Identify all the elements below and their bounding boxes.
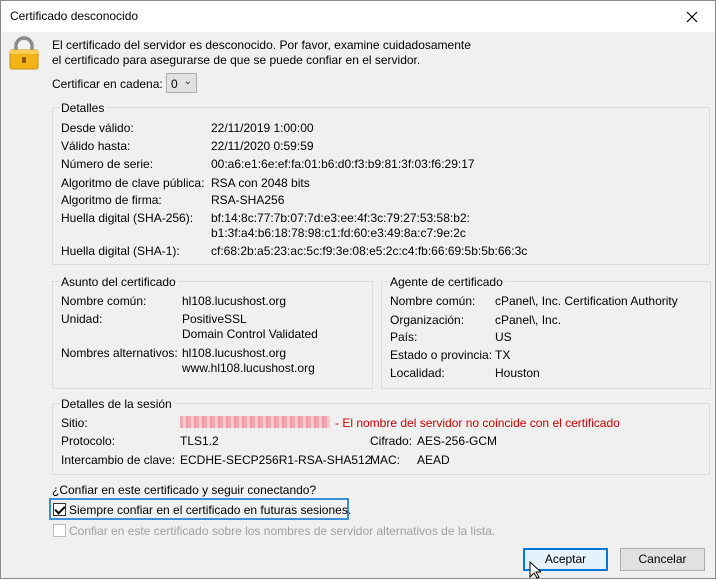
issuer-value: Houston bbox=[495, 366, 540, 380]
kex-value: ECDHE-SECP256R1-RSA-SHA512 bbox=[180, 453, 372, 467]
site-warning: - El nombre del servidor no coincide con… bbox=[335, 416, 620, 430]
alt-names-label[interactable]: Confiar en este certificado sobre los no… bbox=[69, 524, 495, 538]
chain-select[interactable]: 0 ⌄ bbox=[166, 73, 197, 93]
mouse-cursor-icon bbox=[529, 561, 541, 579]
detail-value: RSA-SHA256 bbox=[211, 193, 285, 207]
subject-value: hl108.lucushost.org bbox=[182, 346, 287, 360]
window-title: Certificado desconocido bbox=[10, 9, 139, 23]
cancel-button[interactable]: Cancelar bbox=[620, 548, 705, 571]
subject-value: PositiveSSL bbox=[182, 312, 247, 326]
chain-select-value: 0 bbox=[171, 77, 178, 91]
detail-value: RSA con 2048 bits bbox=[211, 176, 310, 190]
trust-question: ¿Confiar en este certificado y seguir co… bbox=[52, 483, 317, 497]
cipher-value: AES-256-GCM bbox=[417, 434, 498, 448]
close-icon bbox=[686, 11, 698, 22]
subject-label: Nombres alternativos: bbox=[61, 346, 178, 360]
issuer-label: Nombre común: bbox=[390, 294, 476, 308]
detail-label: Algoritmo de clave pública: bbox=[61, 176, 205, 190]
issuer-value: TX bbox=[495, 348, 511, 362]
site-label: Sitio: bbox=[61, 416, 88, 430]
issuer-value: US bbox=[495, 330, 512, 344]
intro-text-line2: el certificado para asegurarse de que se… bbox=[52, 53, 421, 67]
detail-value-cont: b1:3f:a4:b6:18:78:98:c1:fd:60:e3:49:8a:c… bbox=[211, 226, 466, 240]
subject-label: Unidad: bbox=[61, 312, 103, 326]
chain-label: Certificar en cadena: bbox=[52, 77, 163, 91]
issuer-label: Organización: bbox=[390, 313, 465, 327]
detail-value: bf:14:8c:77:7b:07:7d:e3:ee:4f:3c:79:27:5… bbox=[211, 211, 470, 225]
title-bar: Certificado desconocido bbox=[1, 1, 715, 32]
intro-text-line1: El certificado del servidor es desconoci… bbox=[52, 38, 471, 52]
subject-value: hl108.lucushost.org bbox=[182, 294, 287, 308]
redacted-site bbox=[180, 416, 330, 428]
session-legend: Detalles de la sesión bbox=[59, 397, 174, 411]
kex-label: Intercambio de clave: bbox=[61, 453, 176, 467]
alt-names-checkbox[interactable] bbox=[53, 524, 66, 537]
close-button[interactable] bbox=[669, 1, 715, 32]
details-legend: Detalles bbox=[59, 101, 107, 115]
detail-label: Huella digital (SHA-256): bbox=[61, 211, 194, 225]
detail-label: Algoritmo de firma: bbox=[61, 193, 162, 207]
detail-label: Huella digital (SHA-1): bbox=[61, 244, 180, 258]
detail-value: 00:a6:e1:6e:ef:fa:01:b6:d0:f3:b9:81:3f:0… bbox=[211, 157, 475, 171]
chevron-down-icon: ⌄ bbox=[183, 76, 192, 87]
always-trust-label[interactable]: Siempre confiar en el certificado en fut… bbox=[69, 503, 351, 517]
subject-label: Nombre común: bbox=[61, 294, 147, 308]
protocol-value: TLS1.2 bbox=[180, 434, 219, 448]
lock-icon bbox=[9, 36, 39, 70]
subject-value: Domain Control Validated bbox=[182, 327, 318, 341]
detail-label: Desde válido: bbox=[61, 121, 134, 135]
protocol-label: Protocolo: bbox=[61, 434, 116, 448]
mac-label: MAC: bbox=[370, 453, 400, 467]
subject-legend: Asunto del certificado bbox=[59, 275, 178, 289]
issuer-legend: Agente de certificado bbox=[388, 275, 505, 289]
detail-label: Válido hasta: bbox=[61, 139, 131, 153]
detail-value: 22/11/2019 1:00:00 bbox=[211, 121, 314, 135]
issuer-label: Localidad: bbox=[390, 366, 445, 380]
detail-value: 22/11/2020 0:59:59 bbox=[211, 139, 314, 153]
detail-value: cf:68:2b:a5:23:ac:5c:f9:3e:08:e5:2c:c4:f… bbox=[211, 244, 528, 258]
mac-value: AEAD bbox=[417, 453, 450, 467]
always-trust-checkbox[interactable] bbox=[53, 503, 66, 516]
issuer-label: País: bbox=[390, 330, 418, 344]
issuer-value: cPanel\, Inc. bbox=[495, 313, 562, 327]
cipher-label: Cifrado: bbox=[370, 434, 413, 448]
subject-value: www.hl108.lucushost.org bbox=[182, 361, 315, 375]
detail-label: Número de serie: bbox=[61, 157, 154, 171]
issuer-label: Estado o provincia: bbox=[390, 348, 493, 362]
issuer-value: cPanel\, Inc. Certification Authority bbox=[495, 294, 678, 308]
